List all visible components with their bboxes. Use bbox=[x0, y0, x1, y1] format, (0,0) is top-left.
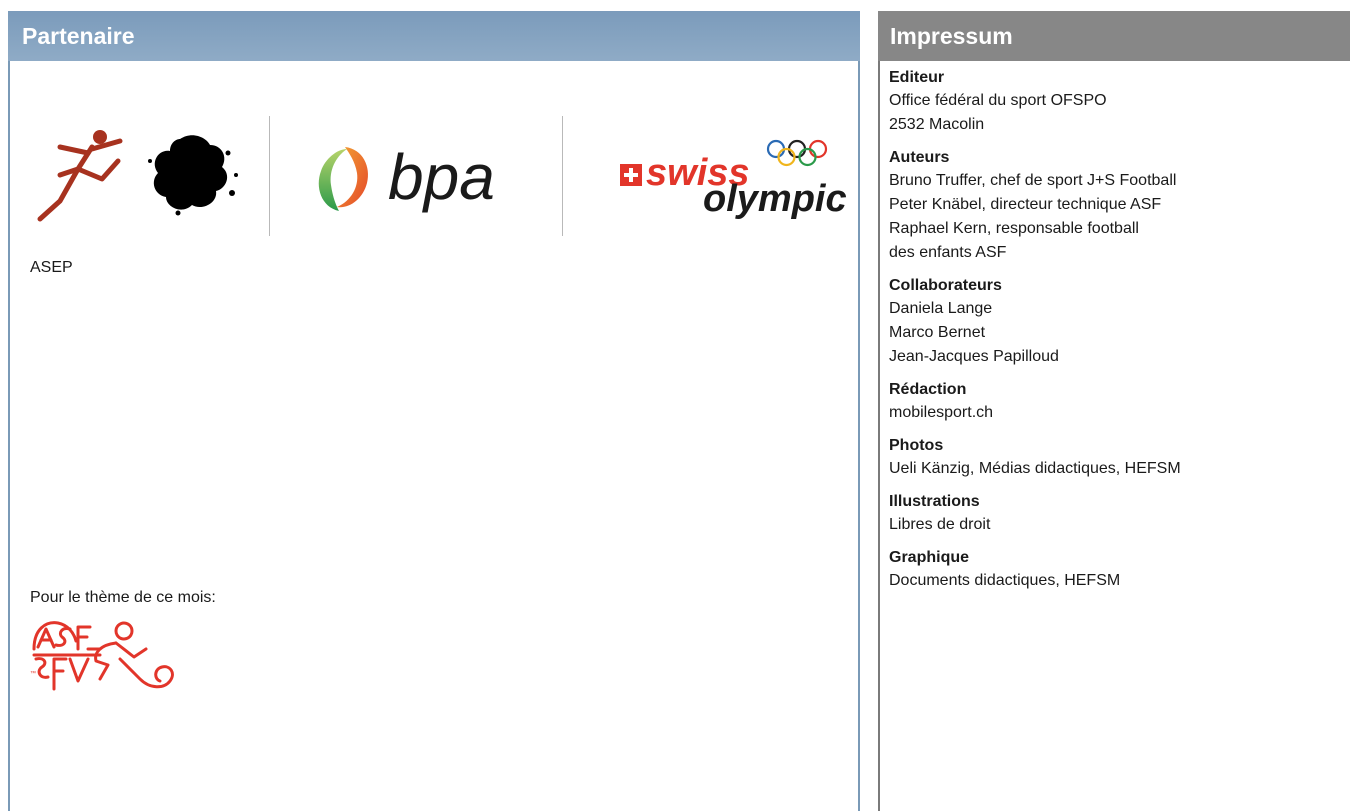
theme-label: Pour le thème de ce mois: bbox=[30, 589, 216, 606]
impressum-section-redaction: Rédaction mobilesport.ch bbox=[889, 379, 1350, 425]
section-line: Jean-Jacques Papilloud bbox=[889, 348, 1059, 365]
impressum-section-graphique: Graphique Documents didactiques, HEFSM bbox=[889, 547, 1350, 593]
impressum-content: Editeur Office fédéral du sport OFSPO 25… bbox=[880, 61, 1350, 593]
section-title: Auteurs bbox=[889, 149, 950, 166]
swiss-cross-icon bbox=[620, 164, 642, 186]
section-line: Documents didactiques, HEFSM bbox=[889, 572, 1121, 589]
section-title: Illustrations bbox=[889, 493, 980, 510]
section-title: Collaborateurs bbox=[889, 277, 1002, 294]
logo-divider bbox=[562, 116, 563, 236]
section-line: Ueli Känzig, Médias didactiques, HEFSM bbox=[889, 460, 1181, 477]
section-line: Daniela Lange bbox=[889, 300, 993, 317]
asep-label: ASEP bbox=[30, 259, 73, 276]
bpa-ring-icon bbox=[318, 147, 369, 211]
section-line: Peter Knäbel, directeur technique ASF bbox=[889, 196, 1162, 213]
section-title: Editeur bbox=[889, 69, 945, 86]
logo-divider bbox=[269, 116, 270, 236]
impressum-section-photos: Photos Ueli Känzig, Médias didactiques, … bbox=[889, 435, 1350, 481]
section-line: Libres de droit bbox=[889, 516, 991, 533]
olympic-rings-icon bbox=[766, 139, 828, 167]
section-line: Bruno Truffer, chef de sport J+S Footbal… bbox=[889, 172, 1177, 189]
section-line: Office fédéral du sport OFSPO bbox=[889, 92, 1107, 109]
section-title: Graphique bbox=[889, 549, 970, 566]
bpa-logo-text: bpa bbox=[388, 141, 495, 213]
impressum-section-collaborateurs: Collaborateurs Daniela Lange Marco Berne… bbox=[889, 275, 1350, 369]
partner-panel: Partenaire bpa swiss olympic ASEP Pour l… bbox=[8, 11, 860, 811]
section-line: des enfants ASF bbox=[889, 244, 1007, 261]
asep-logo bbox=[37, 130, 238, 222]
asf-sfv-logo: ™ bbox=[30, 621, 174, 691]
impressum-section-illustrations: Illustrations Libres de droit bbox=[889, 491, 1350, 537]
impressum-section-auteurs: Auteurs Bruno Truffer, chef de sport J+S… bbox=[889, 147, 1350, 265]
section-title: Rédaction bbox=[889, 381, 967, 398]
svg-text:™: ™ bbox=[30, 670, 36, 677]
impressum-title: Impressum bbox=[878, 11, 1350, 61]
impressum-section-editeur: Editeur Office fédéral du sport OFSPO 25… bbox=[889, 67, 1350, 137]
section-title: Photos bbox=[889, 437, 944, 454]
section-line: Marco Bernet bbox=[889, 324, 986, 341]
olympic-logo-text: olympic bbox=[703, 178, 847, 220]
section-line: mobilesport.ch bbox=[889, 404, 994, 421]
section-line: 2532 Macolin bbox=[889, 116, 985, 133]
impressum-panel: Impressum Editeur Office fédéral du spor… bbox=[878, 11, 1350, 811]
partner-title: Partenaire bbox=[8, 11, 860, 61]
section-line: Raphael Kern, responsable football bbox=[889, 220, 1139, 237]
